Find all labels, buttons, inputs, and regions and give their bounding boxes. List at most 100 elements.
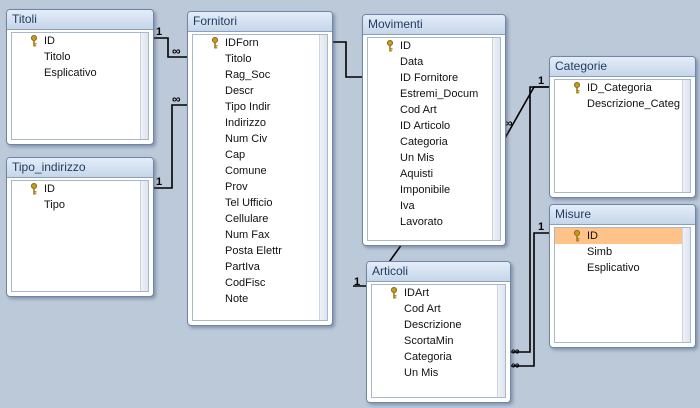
field-row[interactable]: Cod Art — [368, 102, 500, 118]
key-icon — [31, 35, 37, 47]
field-row[interactable]: Posta Elettr — [193, 243, 327, 259]
field-name: Titolo — [225, 53, 252, 65]
field-row[interactable]: Descr — [193, 83, 327, 99]
field-name: Posta Elettr — [225, 245, 282, 257]
field-row[interactable]: ScortaMin — [372, 333, 505, 349]
field-row[interactable]: ID — [12, 181, 148, 197]
field-row[interactable]: Un Mis — [372, 365, 505, 381]
table-titoli[interactable]: Titoli ID Titolo Esplicativo — [6, 9, 154, 145]
field-name: ScortaMin — [404, 335, 454, 347]
table-title[interactable]: Movimenti — [363, 15, 505, 35]
table-categorie[interactable]: Categorie ID_Categoria Descrizione_Categ — [549, 56, 696, 198]
field-name: Cellulare — [225, 213, 269, 225]
table-tipo-indirizzo[interactable]: Tipo_indirizzo ID Tipo — [6, 157, 154, 297]
table-movimenti[interactable]: Movimenti ID Data ID Fornitore Estremi_D… — [362, 14, 506, 246]
field-row[interactable]: ID — [12, 33, 148, 49]
field-name: Tel Ufficio — [225, 197, 273, 209]
field-row[interactable]: Tipo Indir — [193, 99, 327, 115]
field-row[interactable]: Esplicativo — [555, 260, 690, 276]
table-title[interactable]: Articoli — [367, 262, 510, 282]
field-name: Prov — [225, 181, 248, 193]
field-row[interactable]: Num Civ — [193, 131, 327, 147]
field-row[interactable]: Simb — [555, 244, 690, 260]
rel-categorie-articoli — [509, 86, 549, 353]
field-row[interactable]: Cellulare — [193, 211, 327, 227]
table-title[interactable]: Misure — [550, 205, 695, 225]
rel-one-label: 1 — [538, 221, 545, 233]
field-name: Descrizione_Categ — [587, 98, 680, 110]
field-row[interactable]: Cap — [193, 147, 327, 163]
field-row[interactable]: Comune — [193, 163, 327, 179]
field-name: Esplicativo — [44, 67, 97, 79]
field-row[interactable]: Tel Ufficio — [193, 195, 327, 211]
field-row[interactable]: Cod Art — [372, 301, 505, 317]
field-name: ID — [587, 230, 598, 242]
table-title[interactable]: Categorie — [550, 57, 695, 77]
field-name: ID Fornitore — [400, 72, 459, 84]
field-row[interactable]: Note — [193, 291, 327, 307]
table-articoli[interactable]: Articoli IDArt Cod Art Descrizione Scort… — [366, 261, 511, 403]
relationships-canvas: 1 ∞ 1 ∞ 1 1 ∞ 1 ∞ ∞ Titoli ID Titolo Esp… — [0, 0, 700, 408]
field-row[interactable]: ID_Categoria — [555, 80, 690, 96]
field-row[interactable]: Iva — [368, 198, 500, 214]
field-row[interactable]: ID Fornitore — [368, 70, 500, 86]
field-name: ID Articolo — [400, 120, 451, 132]
field-name: Imponibile — [400, 184, 451, 196]
field-name: Num Civ — [225, 133, 268, 145]
field-row[interactable]: IDForn — [193, 35, 327, 51]
field-name: ID_Categoria — [587, 82, 652, 94]
field-list: IDArt Cod Art Descrizione ScortaMin Cate… — [371, 284, 506, 398]
field-list: IDForn Titolo Rag_Soc Descr Tipo Indir I… — [192, 34, 328, 321]
field-row[interactable]: Titolo — [12, 49, 148, 65]
field-row[interactable]: Tipo — [12, 197, 148, 213]
field-name: Cod Art — [400, 104, 437, 116]
rel-many-label: ∞ — [511, 358, 520, 372]
field-name: ID — [44, 35, 55, 47]
field-row[interactable]: IDArt — [372, 285, 505, 301]
field-row[interactable]: Rag_Soc — [193, 67, 327, 83]
table-title[interactable]: Titoli — [7, 10, 153, 30]
field-row[interactable]: Categoria — [368, 134, 500, 150]
field-row[interactable]: CodFisc — [193, 275, 327, 291]
table-title[interactable]: Tipo_indirizzo — [7, 158, 153, 178]
field-row[interactable]: Titolo — [193, 51, 327, 67]
field-row-selected[interactable]: ID — [555, 228, 690, 244]
field-row[interactable]: Indirizzo — [193, 115, 327, 131]
field-name: Cod Art — [404, 303, 441, 315]
key-icon — [574, 230, 580, 242]
field-name: Categoria — [404, 351, 452, 363]
field-row[interactable]: Esplicativo — [12, 65, 148, 81]
field-name: Aquisti — [400, 168, 434, 180]
key-icon — [391, 287, 397, 299]
field-row[interactable]: Descrizione_Categ — [555, 96, 690, 112]
field-name: Simb — [587, 246, 613, 258]
field-name: Esplicativo — [587, 262, 640, 274]
field-name: IDArt — [404, 287, 430, 299]
field-list: ID Simb Esplicativo — [554, 227, 691, 343]
field-row[interactable]: Lavorato — [368, 214, 500, 230]
field-row[interactable]: Data — [368, 54, 500, 70]
rel-one-label: 1 — [354, 276, 361, 288]
table-title[interactable]: Fornitori — [188, 12, 332, 32]
field-name: Rag_Soc — [225, 69, 271, 81]
field-row[interactable]: Prov — [193, 179, 327, 195]
rel-one-label: 1 — [538, 75, 545, 87]
field-row[interactable]: Imponibile — [368, 182, 500, 198]
field-row[interactable]: Num Fax — [193, 227, 327, 243]
field-row[interactable]: Descrizione — [372, 317, 505, 333]
field-name: Un Mis — [400, 152, 435, 164]
field-row[interactable]: Estremi_Docum — [368, 86, 500, 102]
field-name: Iva — [400, 200, 415, 212]
field-row[interactable]: PartIva — [193, 259, 327, 275]
field-name: Estremi_Docum — [400, 88, 479, 100]
field-row[interactable]: ID — [368, 38, 500, 54]
table-misure[interactable]: Misure ID Simb Esplicativo — [549, 204, 696, 348]
field-name: Cap — [225, 149, 246, 161]
field-name: Categoria — [400, 136, 448, 148]
field-row[interactable]: Aquisti — [368, 166, 500, 182]
field-row[interactable]: ID Articolo — [368, 118, 500, 134]
table-fornitori[interactable]: Fornitori IDForn Titolo Rag_Soc Descr Ti… — [187, 11, 333, 326]
field-row[interactable]: Categoria — [372, 349, 505, 365]
field-row[interactable]: Un Mis — [368, 150, 500, 166]
field-name: IDForn — [225, 37, 259, 49]
